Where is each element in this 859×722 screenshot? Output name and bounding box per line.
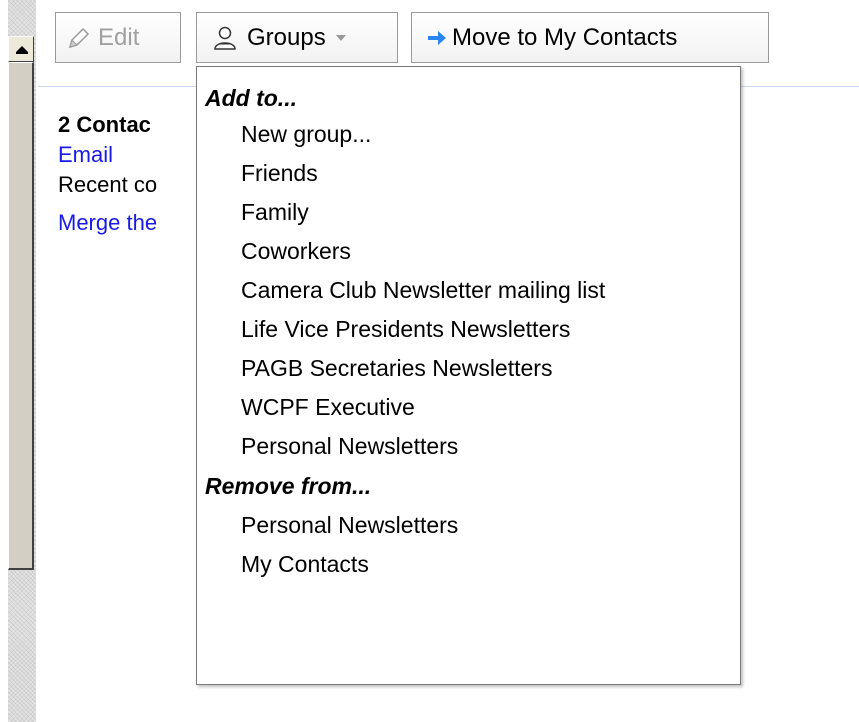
menu-item-add-pagb-secretaries[interactable]: PAGB Secretaries Newsletters [197, 349, 740, 388]
person-icon [214, 26, 236, 50]
menu-item-add-wcpf-executive[interactable]: WCPF Executive [197, 388, 740, 427]
scrollbar-thumb[interactable] [8, 62, 34, 570]
menu-item-add-camera-club[interactable]: Camera Club Newsletter mailing list [197, 271, 740, 310]
scroll-up-button[interactable] [8, 36, 34, 62]
menu-item-remove-personal-newsletters[interactable]: Personal Newsletters [197, 506, 740, 545]
contacts-window: Edit Groups Move to My Contacts 2 Contac… [0, 0, 859, 722]
pencil-icon [68, 27, 90, 48]
groups-dropdown-menu: Add to... New group... Friends Family Co… [196, 66, 741, 685]
remove-from-header: Remove from... [205, 473, 372, 499]
email-link[interactable]: Email [58, 140, 157, 170]
menu-item-add-family[interactable]: Family [197, 193, 740, 232]
menu-item-add-coworkers[interactable]: Coworkers [197, 232, 740, 271]
left-scrollbar-area [0, 0, 38, 722]
move-button-label: Move to My Contacts [452, 23, 678, 51]
recent-conversations-text: Recent co [58, 172, 158, 197]
add-to-header: Add to... [205, 85, 297, 111]
edit-button[interactable]: Edit [55, 12, 181, 63]
scroll-top-bar-icon [16, 52, 28, 54]
contact-count-title: 2 Contac [58, 112, 151, 137]
chevron-down-icon [335, 34, 346, 41]
menu-item-new-group[interactable]: New group... [197, 115, 740, 154]
groups-button-label: Groups [247, 23, 326, 51]
groups-button[interactable]: Groups [196, 12, 398, 63]
contact-summary: 2 Contac Email Recent co Merge the [58, 110, 157, 238]
arrow-right-icon [428, 30, 446, 45]
move-to-my-contacts-button[interactable]: Move to My Contacts [411, 12, 769, 63]
edit-button-label: Edit [98, 23, 140, 51]
merge-contacts-link[interactable]: Merge the [58, 208, 157, 238]
menu-item-add-personal-newsletters[interactable]: Personal Newsletters [197, 427, 740, 466]
menu-item-add-friends[interactable]: Friends [197, 154, 740, 193]
menu-item-add-life-vice-presidents[interactable]: Life Vice Presidents Newsletters [197, 310, 740, 349]
menu-item-remove-my-contacts[interactable]: My Contacts [197, 545, 740, 584]
